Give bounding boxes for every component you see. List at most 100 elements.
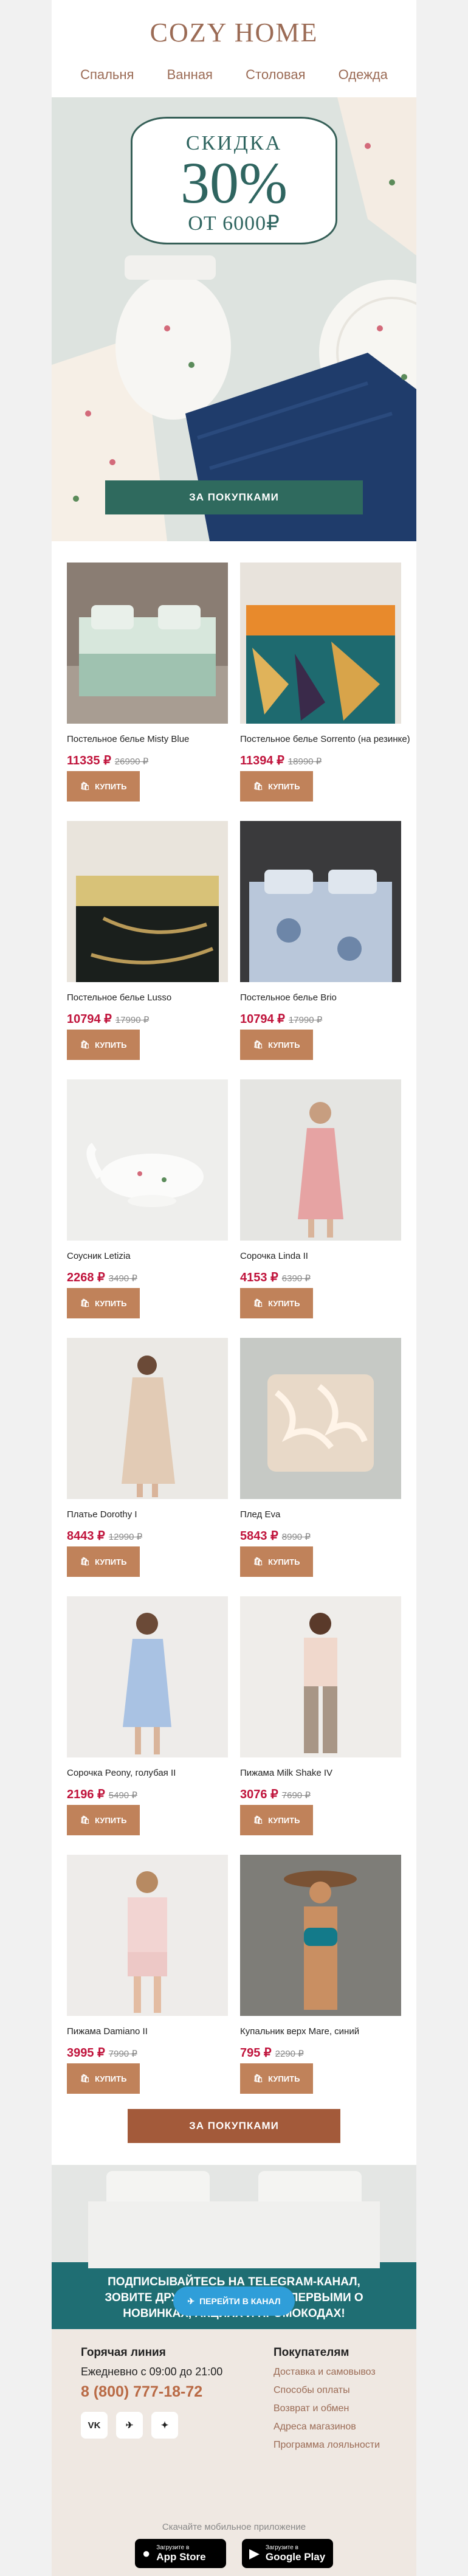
buy-button[interactable]: 🛍 КУПИТЬ <box>240 1546 313 1577</box>
bag-icon: 🛍 <box>80 2074 91 2083</box>
product-image[interactable] <box>240 1338 401 1499</box>
link-loyalty[interactable]: Программа лояльности <box>274 2440 380 2451</box>
apps-title: Скачайте мобильное приложение <box>162 2522 306 2532</box>
buy-button[interactable]: 🛍 КУПИТЬ <box>240 2063 313 2094</box>
product-card[interactable]: Постельное белье Sorrento (на резинке) 1… <box>240 563 410 802</box>
discount-percent: 30% <box>181 150 287 215</box>
product-name[interactable]: Постельное белье Misty Blue <box>67 734 189 744</box>
product-card[interactable]: Сорочка Peony, голубая II 2196 ₽5490 ₽ 🛍… <box>67 1596 228 1835</box>
app-store-button[interactable]: ● Загрузите в App Store <box>135 2539 226 2568</box>
product-image[interactable] <box>240 1855 401 2016</box>
bag-icon: 🛍 <box>253 1040 264 1049</box>
product-name[interactable]: Постельное белье Lusso <box>67 992 171 1003</box>
product-image[interactable] <box>240 563 401 724</box>
buy-button[interactable]: 🛍 КУПИТЬ <box>240 1288 313 1318</box>
buy-button[interactable]: 🛍 КУПИТЬ <box>67 1546 140 1577</box>
buy-button[interactable]: 🛍 КУПИТЬ <box>240 1805 313 1835</box>
product-card[interactable]: Сорочка Linda II 4153 ₽6390 ₽ 🛍 КУПИТЬ <box>240 1079 401 1318</box>
link-stores[interactable]: Адреса магазинов <box>274 2422 380 2432</box>
phone-number[interactable]: 8 (800) 777-18-72 <box>81 2383 222 2401</box>
buyers-section: Покупателям Доставка и самовывоз Способы… <box>274 2346 380 2451</box>
bag-icon: 🛍 <box>253 2074 264 2083</box>
product-name[interactable]: Соусник Letizia <box>67 1251 131 1261</box>
discount-threshold: ОТ 6000₽ <box>188 212 280 235</box>
top-nav: Спальня Ванная Столовая Одежда <box>52 67 416 83</box>
bottom-shop-button[interactable]: ЗА ПОКУПКАМИ <box>128 2109 340 2143</box>
product-price: 2268 ₽3490 ₽ <box>67 1271 137 1284</box>
buy-button[interactable]: 🛍 КУПИТЬ <box>67 1030 140 1060</box>
product-price: 8443 ₽12990 ₽ <box>67 1529 143 1543</box>
product-name[interactable]: Купальник верх Mare, синий <box>240 2026 359 2037</box>
working-hours: Ежедневно с 09:00 до 21:00 <box>81 2366 223 2378</box>
product-card[interactable]: Пижама Damiano II 3995 ₽7990 ₽ 🛍 КУПИТЬ <box>67 1855 228 2094</box>
product-image[interactable] <box>67 1855 228 2016</box>
buyers-title: Покупателям <box>274 2346 349 2359</box>
product-card[interactable]: Пижама Milk Shake IV 3076 ₽7690 ₽ 🛍 КУПИТ… <box>240 1596 401 1835</box>
product-image[interactable] <box>67 821 228 982</box>
product-image[interactable] <box>67 1596 228 1757</box>
telegram-icon[interactable]: ✈ <box>116 2412 143 2439</box>
discount-badge: СКИДКА 30% ОТ 6000₽ <box>131 117 337 244</box>
product-name[interactable]: Платье Dorothy I <box>67 1509 137 1520</box>
product-name[interactable]: Пижама Milk Shake IV <box>240 1768 332 1778</box>
old-price: 8990 ₽ <box>281 1532 311 1542</box>
product-image[interactable] <box>240 1596 401 1757</box>
telegram-channel-button[interactable]: ✈ ПЕРЕЙТИ В КАНАЛ <box>173 2287 295 2316</box>
star-icon[interactable]: ✦ <box>151 2412 178 2439</box>
product-image[interactable] <box>67 1338 228 1499</box>
product-price: 3995 ₽7990 ₽ <box>67 2046 137 2060</box>
hero-banner[interactable]: СКИДКА 30% ОТ 6000₽ ЗА ПОКУПКАМИ <box>52 97 416 541</box>
old-price: 7990 ₽ <box>108 2049 137 2059</box>
brand-logo[interactable]: COZY HOME <box>52 17 416 48</box>
buy-button[interactable]: 🛍 КУПИТЬ <box>240 771 313 802</box>
nav-bathroom[interactable]: Ванная <box>167 67 213 83</box>
product-card[interactable]: Постельное белье Lusso 10794 ₽17990 ₽ 🛍 К… <box>67 821 228 1060</box>
buy-button[interactable]: 🛍 КУПИТЬ <box>67 2063 140 2094</box>
product-card[interactable]: Постельное белье Brio 10794 ₽17990 ₽ 🛍 КУ… <box>240 821 401 1060</box>
old-price: 17990 ₽ <box>288 1015 323 1025</box>
product-name[interactable]: Сорочка Peony, голубая II <box>67 1768 176 1778</box>
buy-button[interactable]: 🛍 КУПИТЬ <box>67 1288 140 1318</box>
buy-button[interactable]: 🛍 КУПИТЬ <box>67 771 140 802</box>
bag-icon: 🛍 <box>80 781 91 791</box>
product-name[interactable]: Пижама Damiano II <box>67 2026 148 2037</box>
product-image[interactable] <box>240 821 401 982</box>
bag-icon: 🛍 <box>80 1298 91 1307</box>
product-card[interactable]: Постельное белье Misty Blue 11335 ₽26990… <box>67 563 228 802</box>
product-card[interactable]: Плед Eva 5843 ₽8990 ₽ 🛍 КУПИТЬ <box>240 1338 401 1577</box>
product-image[interactable] <box>67 1079 228 1241</box>
google-play-button[interactable]: ▶ Загрузите в Google Play <box>242 2539 333 2568</box>
link-delivery[interactable]: Доставка и самовывоз <box>274 2367 380 2378</box>
product-name[interactable]: Постельное белье Sorrento (на резинке) <box>240 734 410 744</box>
link-returns[interactable]: Возврат и обмен <box>274 2403 380 2414</box>
old-price: 17990 ₽ <box>115 1015 150 1025</box>
product-image[interactable] <box>67 563 228 724</box>
product-price: 11394 ₽18990 ₽ <box>240 754 322 767</box>
product-name[interactable]: Плед Eva <box>240 1509 280 1520</box>
product-card[interactable]: Соусник Letizia 2268 ₽3490 ₽ 🛍 КУПИТЬ <box>67 1079 228 1318</box>
hero-shop-button[interactable]: ЗА ПОКУПКАМИ <box>105 480 363 514</box>
buy-button[interactable]: 🛍 КУПИТЬ <box>240 1030 313 1060</box>
nav-bedroom[interactable]: Спальня <box>80 67 134 83</box>
bag-icon: 🛍 <box>80 1040 91 1049</box>
product-price: 4153 ₽6390 ₽ <box>240 1271 311 1284</box>
product-price: 795 ₽2290 ₽ <box>240 2046 304 2060</box>
link-payment[interactable]: Способы оплаты <box>274 2385 380 2396</box>
product-card[interactable]: Платье Dorothy I 8443 ₽12990 ₽ 🛍 КУПИТЬ <box>67 1338 228 1577</box>
footer: Горячая линия Ежедневно с 09:00 до 21:00… <box>52 2329 416 2576</box>
bag-icon: 🛍 <box>253 1815 264 1824</box>
product-card[interactable]: Купальник верх Mare, синий 795 ₽2290 ₽ 🛍… <box>240 1855 401 2094</box>
product-image[interactable] <box>240 1079 401 1241</box>
vk-icon[interactable]: VK <box>81 2412 108 2439</box>
product-price: 11335 ₽26990 ₽ <box>67 754 149 767</box>
telegram-banner[interactable]: ПОДПИСЫВАЙТЕСЬ НА TELEGRAM-КАНАЛ, ЗОВИТЕ… <box>52 2165 416 2329</box>
buy-button[interactable]: 🛍 КУПИТЬ <box>67 1805 140 1835</box>
nav-dining[interactable]: Столовая <box>246 67 305 83</box>
nav-clothing[interactable]: Одежда <box>339 67 388 83</box>
old-price: 26990 ₽ <box>114 757 149 767</box>
email-container: COZY HOME Спальня Ванная Столовая Одежда <box>52 0 416 2576</box>
product-name[interactable]: Сорочка Linda II <box>240 1251 308 1261</box>
bag-icon: 🛍 <box>253 781 264 791</box>
product-name[interactable]: Постельное белье Brio <box>240 992 337 1003</box>
bag-icon: 🛍 <box>253 1298 264 1307</box>
